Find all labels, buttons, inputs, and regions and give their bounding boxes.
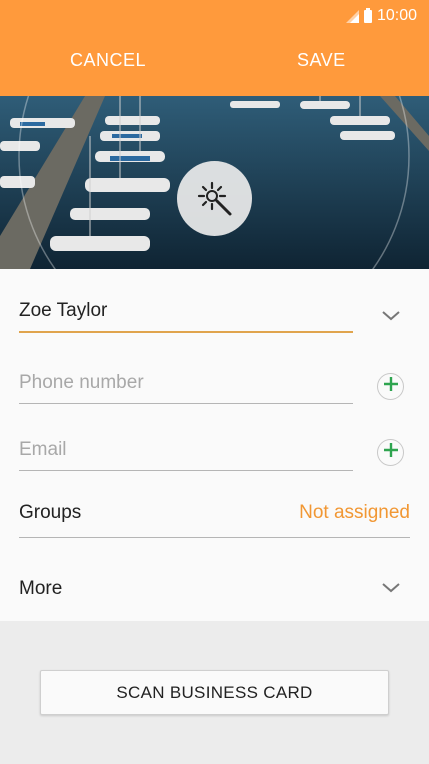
contact-photo[interactable]: [0, 96, 429, 269]
add-email-button[interactable]: [377, 439, 404, 466]
phone-underline: [19, 403, 353, 404]
phone-field[interactable]: Phone number: [19, 372, 144, 394]
chevron-down-icon[interactable]: [381, 581, 401, 599]
add-phone-button[interactable]: [377, 373, 404, 400]
auto-adjust-button[interactable]: [177, 161, 252, 236]
scan-business-card-button[interactable]: SCAN BUSINESS CARD: [40, 670, 389, 715]
email-field[interactable]: Email: [19, 439, 67, 461]
groups-underline: [19, 537, 410, 538]
status-bar: 10:00: [345, 7, 417, 25]
name-field[interactable]: Zoe Taylor: [19, 300, 107, 322]
save-button[interactable]: SAVE: [297, 50, 346, 71]
groups-label[interactable]: Groups: [19, 502, 81, 524]
plus-icon: [383, 376, 399, 397]
status-time: 10:00: [376, 7, 417, 24]
battery-icon: [363, 7, 372, 23]
contact-form: Zoe Taylor Phone number Email Groups Not…: [0, 269, 429, 621]
plus-icon: [383, 442, 399, 463]
app-header: 10:00 CANCEL SAVE: [0, 0, 429, 96]
signal-icon: [345, 9, 359, 23]
name-underline: [19, 331, 353, 333]
email-underline: [19, 470, 353, 471]
cancel-button[interactable]: CANCEL: [70, 50, 146, 71]
magic-wand-icon: [195, 179, 235, 219]
chevron-down-icon[interactable]: [381, 309, 401, 327]
groups-value[interactable]: Not assigned: [299, 502, 410, 524]
more-label[interactable]: More: [19, 578, 62, 600]
